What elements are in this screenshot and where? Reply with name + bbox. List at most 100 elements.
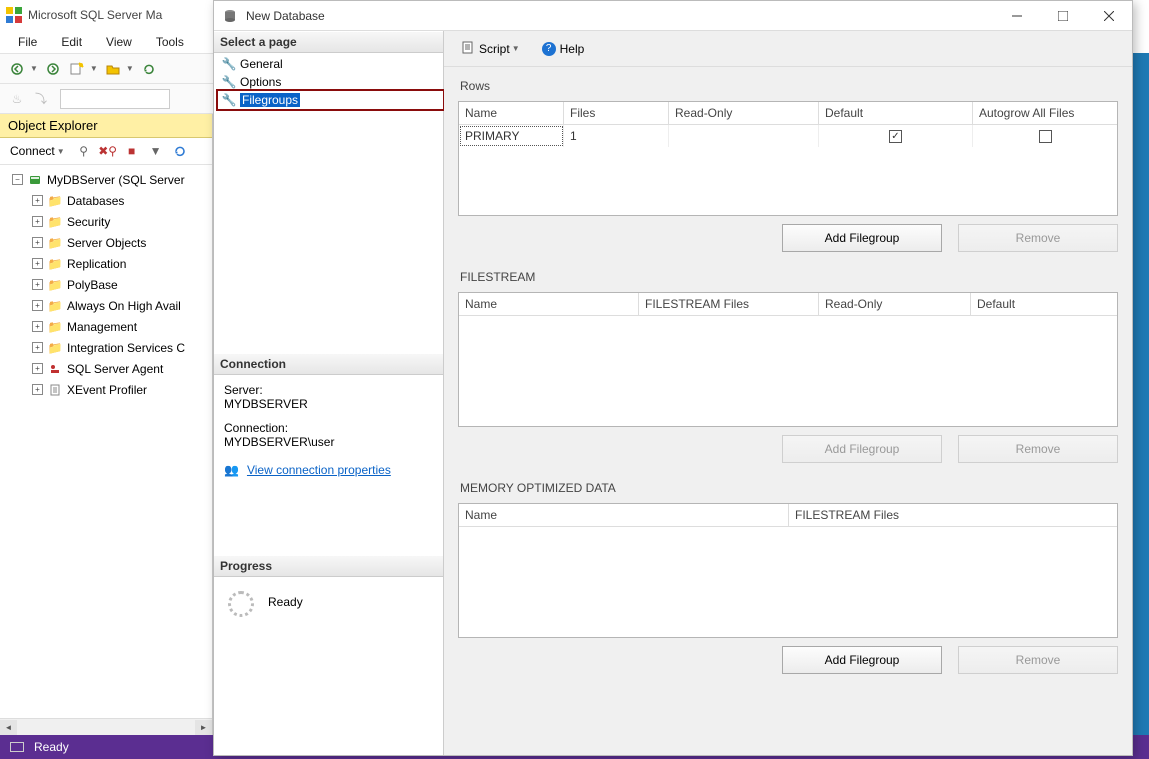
database-combo[interactable] (60, 89, 170, 109)
ssms-logo-icon (6, 7, 22, 23)
wrench-icon: 🔧 (222, 75, 236, 89)
tree-node[interactable]: +SQL Server Agent (4, 358, 212, 379)
col-name[interactable]: Name (459, 504, 789, 527)
cell-name[interactable]: PRIMARY (459, 125, 564, 147)
status-text: Ready (34, 740, 69, 754)
tree-server-node[interactable]: − MyDBServer (SQL Server (4, 169, 212, 190)
filestream-grid[interactable]: Name FILESTREAM Files Read-Only Default (458, 292, 1118, 427)
refresh-icon[interactable] (140, 60, 158, 78)
debug-icon[interactable]: ♨ (8, 90, 26, 108)
xevent-icon (47, 382, 63, 398)
col-readonly[interactable]: Read-Only (819, 293, 971, 316)
menu-tools[interactable]: Tools (144, 32, 196, 52)
col-fsfiles[interactable]: FILESTREAM Files (789, 504, 1117, 527)
expand-icon[interactable]: + (32, 384, 43, 395)
filestream-add-filegroup-button[interactable]: Add Filegroup (782, 435, 942, 463)
cell-files[interactable]: 1 (564, 125, 669, 147)
open-icon[interactable] (104, 60, 122, 78)
col-name[interactable]: Name (459, 102, 564, 125)
filestream-remove-button[interactable]: Remove (958, 435, 1118, 463)
filestream-label: FILESTREAM (460, 270, 1118, 284)
tree-node[interactable]: +📁Always On High Avail (4, 295, 212, 316)
cell-default[interactable]: ✓ (819, 125, 973, 147)
expand-icon[interactable]: + (32, 342, 43, 353)
oe-hscrollbar[interactable]: ◄ ► (0, 718, 212, 735)
object-explorer-toolbar: Connect▼ ⚲ ✖⚲ ■ ▼ (0, 138, 212, 165)
tree-node[interactable]: +📁Replication (4, 253, 212, 274)
rows-remove-button[interactable]: Remove (958, 224, 1118, 252)
menu-edit[interactable]: Edit (49, 32, 94, 52)
folder-icon: 📁 (47, 235, 63, 251)
oe-filter-icon[interactable]: ▼ (147, 142, 165, 160)
help-button[interactable]: ? Help (536, 40, 591, 58)
col-default[interactable]: Default (971, 293, 1117, 316)
expand-icon[interactable]: + (32, 300, 43, 311)
oe-refresh-icon[interactable] (171, 142, 189, 160)
cell-readonly[interactable] (669, 125, 819, 147)
nav-item-general[interactable]: 🔧General (218, 55, 443, 73)
tree-node[interactable]: +📁Management (4, 316, 212, 337)
memopt-grid[interactable]: Name FILESTREAM Files (458, 503, 1118, 638)
view-connection-properties-link[interactable]: View connection properties (247, 463, 391, 477)
oe-disconnect-icon[interactable]: ✖⚲ (99, 142, 117, 160)
expand-icon[interactable]: + (32, 363, 43, 374)
dialog-titlebar[interactable]: New Database (214, 1, 1132, 31)
nav-item-filegroups[interactable]: 🔧Filegroups (218, 91, 443, 109)
debug-step-icon[interactable]: ⤵ (32, 90, 50, 108)
checkbox-unchecked-icon[interactable] (1039, 130, 1052, 143)
expand-icon[interactable]: + (32, 195, 43, 206)
folder-icon: 📁 (47, 319, 63, 335)
oe-stop-icon[interactable]: ■ (123, 142, 141, 160)
col-fsfiles[interactable]: FILESTREAM Files (639, 293, 819, 316)
expand-icon[interactable]: + (32, 258, 43, 269)
tree-node[interactable]: +📁Security (4, 211, 212, 232)
tree-node[interactable]: +XEvent Profiler (4, 379, 212, 400)
expand-icon[interactable]: + (32, 237, 43, 248)
wrench-icon: 🔧 (222, 93, 236, 107)
oe-connect-button[interactable]: Connect▼ (6, 142, 69, 160)
memopt-remove-button[interactable]: Remove (958, 646, 1118, 674)
scroll-left-icon[interactable]: ◄ (0, 720, 17, 735)
progress-panel: Ready (214, 577, 443, 755)
memopt-add-filegroup-button[interactable]: Add Filegroup (782, 646, 942, 674)
nav-fwd-icon[interactable] (44, 60, 62, 78)
expand-icon[interactable]: + (32, 216, 43, 227)
nav-back-icon[interactable] (8, 60, 26, 78)
col-files[interactable]: Files (564, 102, 669, 125)
oe-connect-icon[interactable]: ⚲ (75, 142, 93, 160)
new-database-dialog: New Database Select a page 🔧General 🔧Opt… (213, 0, 1133, 756)
col-readonly[interactable]: Read-Only (669, 102, 819, 125)
tree-node[interactable]: +📁PolyBase (4, 274, 212, 295)
maximize-button[interactable] (1040, 1, 1086, 31)
filestream-grid-header: Name FILESTREAM Files Read-Only Default (459, 293, 1117, 316)
collapse-icon[interactable]: − (12, 174, 23, 185)
rows-grid[interactable]: Name Files Read-Only Default Autogrow Al… (458, 101, 1118, 216)
menu-view[interactable]: View (94, 32, 144, 52)
tree-node[interactable]: +📁Databases (4, 190, 212, 211)
scroll-right-icon[interactable]: ► (195, 720, 212, 735)
expand-icon[interactable]: + (32, 279, 43, 290)
folder-icon: 📁 (47, 340, 63, 356)
rows-label: Rows (460, 79, 1118, 93)
chevron-down-icon: ▼ (512, 44, 520, 53)
tree-node[interactable]: +📁Server Objects (4, 232, 212, 253)
expand-icon[interactable]: + (32, 321, 43, 332)
col-autogrow[interactable]: Autogrow All Files (973, 102, 1117, 125)
object-explorer-tree[interactable]: − MyDBServer (SQL Server +📁Databases +📁S… (0, 165, 212, 718)
nav-item-options[interactable]: 🔧Options (218, 73, 443, 91)
table-row[interactable]: PRIMARY 1 ✓ (459, 125, 1117, 147)
help-icon: ? (542, 42, 556, 56)
tree-node[interactable]: +📁Integration Services C (4, 337, 212, 358)
col-default[interactable]: Default (819, 102, 973, 125)
folder-icon: 📁 (47, 214, 63, 230)
cell-autogrow[interactable] (973, 125, 1117, 147)
menu-file[interactable]: File (6, 32, 49, 52)
new-query-icon[interactable] (68, 60, 86, 78)
col-name[interactable]: Name (459, 293, 639, 316)
rows-add-filegroup-button[interactable]: Add Filegroup (782, 224, 942, 252)
script-button[interactable]: Script ▼ (456, 39, 526, 59)
checkbox-checked-icon[interactable]: ✓ (889, 130, 902, 143)
close-button[interactable] (1086, 1, 1132, 31)
minimize-button[interactable] (994, 1, 1040, 31)
database-icon (222, 8, 238, 24)
